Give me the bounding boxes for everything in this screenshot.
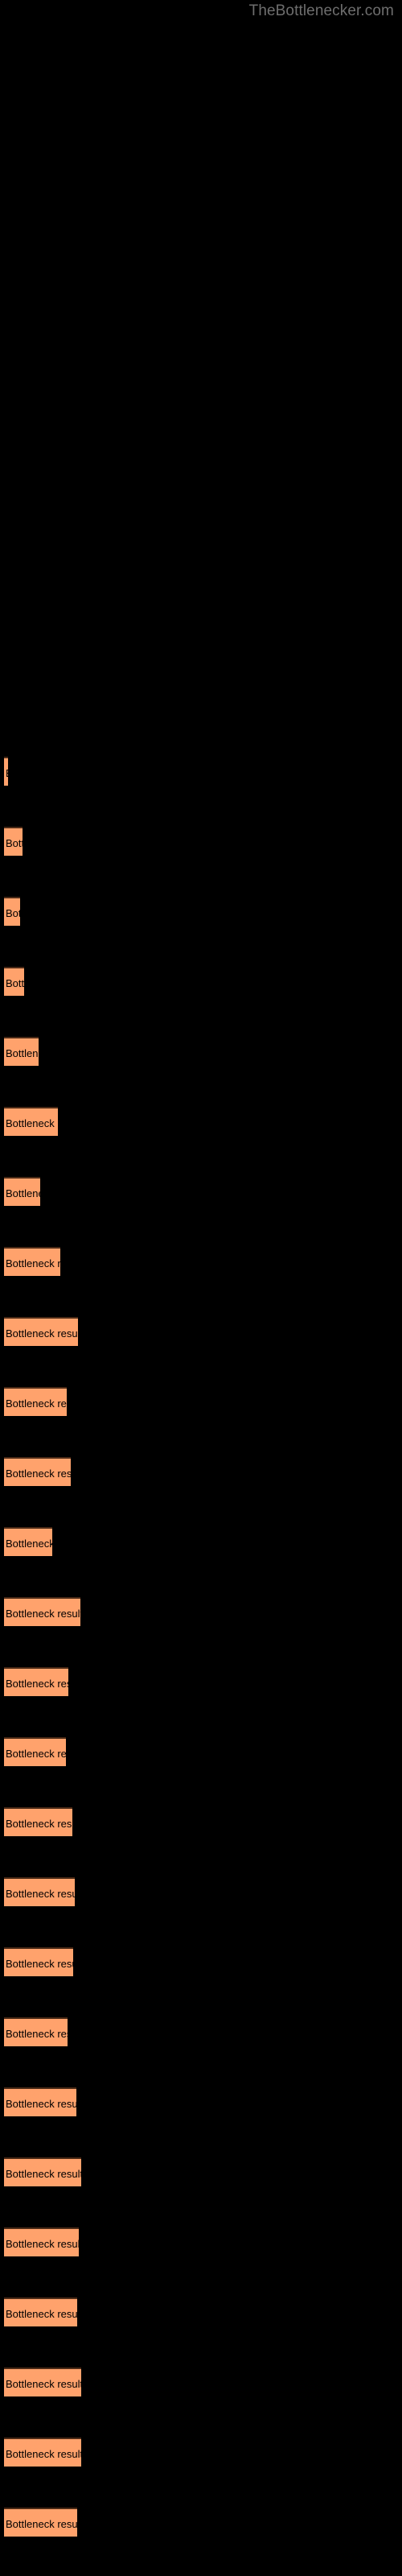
bar-label: Bottleneck result	[6, 1608, 80, 1620]
bar-row: Bottleneck result	[4, 1037, 39, 1066]
bar-row: Bottleneck result	[4, 2227, 79, 2256]
bar-20: Bottleneck result	[4, 2087, 76, 2116]
bar-label: Bottleneck result	[6, 977, 24, 989]
bar-label: Bottleneck result	[6, 1958, 73, 1970]
chart-plot-area: Bottleneck result Bottleneck result Bottle…	[0, 0, 402, 2576]
bar-label: Bottleneck result	[6, 2098, 76, 2110]
bar-14: Bottleneck result	[4, 1667, 68, 1696]
bar-24: Bottleneck result	[4, 2368, 81, 2396]
bar-label: Bottleneck result	[6, 2308, 77, 2320]
bar-row: Bottleneck result	[4, 827, 23, 856]
bar-row: Bottleneck result	[4, 1177, 40, 1206]
bar-label: Bottleneck result	[6, 907, 20, 919]
bar-row: Bottleneck result	[4, 1807, 72, 1836]
bar-1: Bottleneck result	[4, 757, 8, 786]
bar-label: Bottleneck result	[6, 837, 23, 849]
bar-label: Bottleneck result	[6, 1678, 68, 1690]
bar-13: Bottleneck result	[4, 1597, 80, 1626]
bar-11: Bottleneck result	[4, 1457, 71, 1486]
bar-row: Bottleneck result	[4, 1737, 66, 1766]
bar-row: Bottleneck result	[4, 2368, 81, 2396]
bar-row: Bottleneck result	[4, 2438, 81, 2467]
bar-19: Bottleneck result	[4, 2017, 68, 2046]
bar-label: Bottleneck result	[6, 1047, 39, 1059]
bar-row: Bottleneck result	[4, 1527, 52, 1556]
bar-15: Bottleneck result	[4, 1737, 66, 1766]
bar-23: Bottleneck result	[4, 2297, 77, 2326]
bar-9: Bottleneck result	[4, 1317, 78, 1346]
bar-label: Bottleneck result	[6, 758, 8, 786]
bar-26: Bottleneck result	[4, 2508, 77, 2537]
bar-row: Bottleneck result	[4, 1947, 73, 1976]
bar-6: Bottleneck result	[4, 1107, 58, 1136]
bar-18: Bottleneck result	[4, 1947, 73, 1976]
bar-label: Bottleneck result	[6, 2168, 81, 2180]
bar-7: Bottleneck result	[4, 1177, 40, 1206]
bottleneck-chart-page: TheBottlenecker.com Bottleneck resultBot…	[0, 0, 402, 2576]
bar-row: Bottleneck result	[4, 1667, 68, 1696]
bar-row: Bottleneck result	[4, 897, 20, 926]
bar-8: Bottleneck result	[4, 1247, 60, 1276]
bar-10: Bottleneck result	[4, 1387, 67, 1416]
bar-row: Bottleneck result	[4, 757, 8, 786]
bar-row: Bottleneck result	[4, 2297, 77, 2326]
bar-2: Bottleneck result	[4, 827, 23, 856]
bar-row: Bottleneck result	[4, 2087, 76, 2116]
bar-row: Bottleneck result	[4, 2157, 81, 2186]
bar-row: Bottleneck result	[4, 967, 24, 996]
bar-label: Bottleneck result	[6, 2028, 68, 2040]
bar-label: Bottleneck result	[6, 1468, 71, 1480]
bar-12: Bottleneck result	[4, 1527, 52, 1556]
bar-label: Bottleneck result	[6, 2448, 81, 2460]
bar-16: Bottleneck result	[4, 1807, 72, 1836]
bar-row: Bottleneck result	[4, 1457, 71, 1486]
bar-label: Bottleneck result	[6, 1538, 52, 1550]
bar-row: Bottleneck result	[4, 1247, 60, 1276]
bar-17: Bottleneck result	[4, 1877, 75, 1906]
bar-label: Bottleneck result	[6, 1117, 58, 1129]
bar-25: Bottleneck result	[4, 2438, 81, 2467]
bar-label: Bottleneck result	[6, 1397, 67, 1410]
bar-row: Bottleneck result	[4, 1877, 75, 1906]
bar-row: Bottleneck result	[4, 1317, 78, 1346]
bar-label: Bottleneck result	[6, 1187, 40, 1199]
bar-row: Bottleneck result	[4, 1107, 58, 1136]
bar-label: Bottleneck result	[6, 2238, 79, 2250]
bar-row: Bottleneck result	[4, 1597, 80, 1626]
bar-row: Bottleneck result	[4, 1387, 67, 1416]
bar-label: Bottleneck result	[6, 1327, 78, 1340]
bar-label: Bottleneck result	[6, 1257, 60, 1269]
bar-3: Bottleneck result	[4, 897, 20, 926]
bar-row: Bottleneck result	[4, 2508, 77, 2537]
bar-label: Bottleneck result	[6, 2518, 77, 2530]
bar-4: Bottleneck result	[4, 967, 24, 996]
bar-label: Bottleneck result	[6, 1748, 66, 1760]
bar-label: Bottleneck result	[6, 1818, 72, 1830]
bar-label: Bottleneck result	[6, 2378, 81, 2390]
bar-22: Bottleneck result	[4, 2227, 79, 2256]
bar-row: Bottleneck result	[4, 2017, 68, 2046]
bar-21: Bottleneck result	[4, 2157, 81, 2186]
bar-5: Bottleneck result	[4, 1037, 39, 1066]
bar-label: Bottleneck result	[6, 1888, 75, 1900]
